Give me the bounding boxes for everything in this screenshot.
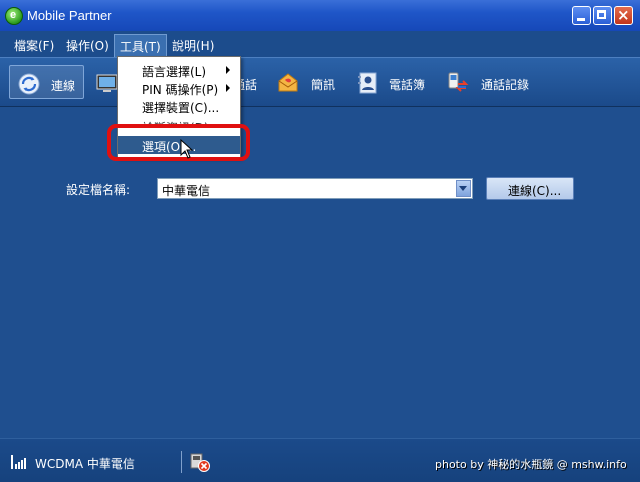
minimize-button[interactable] (572, 6, 591, 25)
menu-item-select-device-label: 選擇裝置(C)... (142, 101, 220, 115)
connect-button-label: 連線(C)... (508, 184, 562, 198)
maximize-icon (597, 10, 606, 19)
call-icon (96, 74, 118, 92)
app-window: e Mobile Partner × 檔案(F) 操作(O) 工具(T) 說明(… (0, 0, 640, 482)
call-log-icon (448, 72, 469, 92)
connect-icon (18, 73, 40, 95)
chevron-down-icon (459, 186, 467, 191)
submenu-arrow-icon (226, 84, 230, 92)
toolbar-phonebook-label: 電話簿 (389, 78, 426, 92)
toolbar-connect[interactable]: 連線 (9, 65, 84, 99)
toolbar-connect-label: 連線 (51, 79, 76, 93)
menu-item-language[interactable]: 語言選擇(L) (118, 62, 240, 79)
menu-item-pin-label: PIN 碼操作(P) (142, 83, 219, 97)
toolbar-call-log[interactable]: 通話記錄 (445, 65, 535, 99)
status-divider (181, 451, 182, 473)
profile-dropdown-button[interactable] (456, 180, 471, 197)
title-bar[interactable]: e Mobile Partner × (0, 0, 640, 31)
toolbar-call-log-label: 通話記錄 (481, 78, 530, 92)
profile-value: 中華電信 (162, 184, 211, 198)
close-icon: × (617, 6, 630, 24)
phonebook-icon (358, 72, 377, 94)
window-title: Mobile Partner (27, 8, 112, 23)
mouse-cursor-icon (180, 139, 194, 159)
profile-label: 設定檔名稱: (66, 183, 131, 197)
toolbar-sms[interactable]: 簡訊 (275, 65, 345, 99)
minimize-icon (577, 18, 585, 21)
connect-button[interactable]: 連線(C)... (486, 177, 574, 200)
menu-file[interactable]: 檔案(F) (14, 37, 54, 54)
signal-strength-icon (11, 455, 26, 469)
toolbar-phonebook[interactable]: 電話簿 (355, 65, 440, 99)
app-logo-icon: e (5, 7, 23, 25)
menu-help[interactable]: 說明(H) (172, 37, 214, 54)
sms-icon (278, 73, 298, 92)
menu-operate[interactable]: 操作(O) (66, 37, 109, 54)
menu-item-pin[interactable]: PIN 碼操作(P) (118, 80, 240, 97)
network-status: WCDMA 中華電信 (35, 457, 135, 471)
toolbar: 連線 通話 簡訊 電話簿 通話記錄 (0, 57, 640, 107)
close-button[interactable]: × (614, 6, 633, 25)
status-bar: WCDMA 中華電信 photo by 神秘的水瓶鏡 @ mshw.info (0, 438, 640, 482)
submenu-arrow-icon (226, 66, 230, 74)
maximize-button[interactable] (593, 6, 612, 25)
device-disconnected-icon[interactable] (189, 451, 211, 473)
toolbar-sms-label: 簡訊 (311, 78, 336, 92)
menu-bar: 檔案(F) 操作(O) 工具(T) 說明(H) (0, 31, 640, 59)
photo-watermark: photo by 神秘的水瓶鏡 @ mshw.info (435, 458, 627, 471)
menu-item-language-label: 語言選擇(L) (142, 65, 207, 79)
main-panel: 設定檔名稱: 中華電信 連線(C)... (0, 107, 640, 438)
menu-item-select-device[interactable]: 選擇裝置(C)... (118, 98, 240, 115)
profile-select[interactable]: 中華電信 (157, 178, 473, 199)
annotation-highlight-ring (107, 124, 250, 161)
